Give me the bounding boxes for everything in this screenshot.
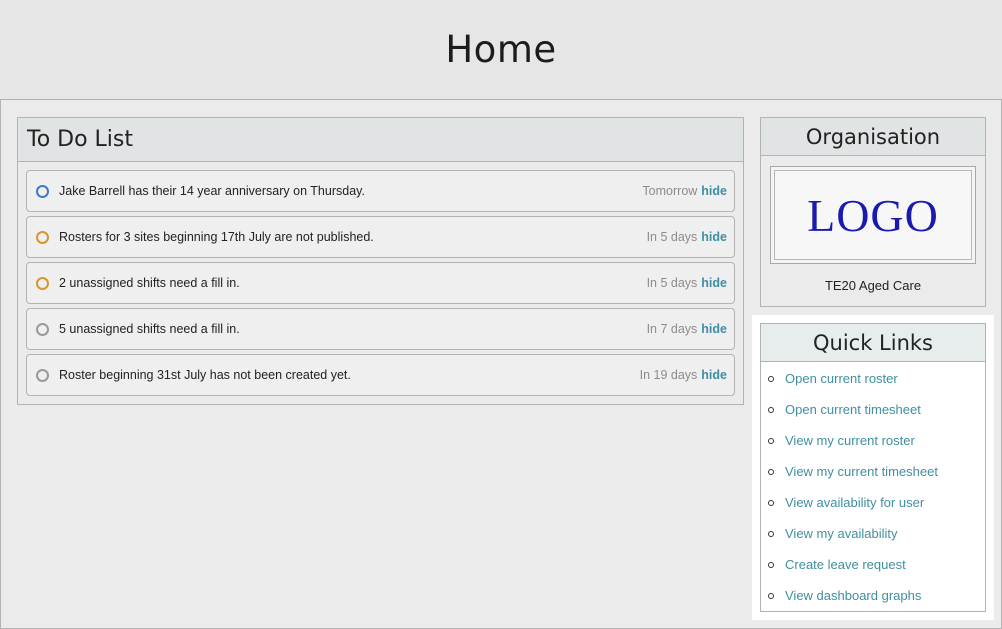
- quick-link-label[interactable]: View my current timesheet: [785, 464, 938, 479]
- quick-link-label[interactable]: Create leave request: [785, 557, 906, 572]
- quick-link-view-dashboard-graphs[interactable]: View dashboard graphs: [761, 586, 921, 606]
- bullet-icon: [768, 376, 774, 382]
- todo-item-text: Rosters for 3 sites beginning 17th July …: [59, 230, 374, 244]
- quick-link-view-my-current-timesheet[interactable]: View my current timesheet: [761, 462, 938, 482]
- bullet-icon: [768, 562, 774, 568]
- todo-item-due: In 7 days: [646, 322, 698, 336]
- quick-links-title: Quick Links: [761, 324, 985, 362]
- bullet-icon: [768, 593, 774, 599]
- quick-link-label[interactable]: View my availability: [785, 526, 897, 541]
- todo-item-due: In 5 days: [646, 230, 698, 244]
- todo-item-text: 2 unassigned shifts need a fill in.: [59, 276, 240, 290]
- todo-list-title: To Do List: [18, 118, 743, 162]
- organisation-logo: LOGO: [770, 166, 976, 264]
- bullet-icon: [768, 469, 774, 475]
- todo-item-due: In 5 days: [646, 276, 698, 290]
- page-title: Home: [445, 28, 557, 71]
- quick-link-label[interactable]: View my current roster: [785, 433, 915, 448]
- bullet-icon: [768, 531, 774, 537]
- status-circle-icon: [36, 230, 49, 244]
- quick-link-label[interactable]: View availability for user: [785, 495, 924, 510]
- organisation-title: Organisation: [761, 118, 985, 156]
- todo-item: Roster beginning 31st July has not been …: [26, 354, 735, 396]
- quick-link-create-leave-request[interactable]: Create leave request: [761, 555, 906, 575]
- todo-item-text: Jake Barrell has their 14 year anniversa…: [59, 184, 365, 198]
- quick-link-view-my-availability[interactable]: View my availability: [761, 524, 897, 544]
- status-circle-icon: [36, 368, 49, 382]
- todo-list-panel: To Do List Jake Barrell has their 14 yea…: [17, 117, 744, 405]
- quick-link-open-current-roster[interactable]: Open current roster: [761, 369, 898, 389]
- status-circle-icon: [36, 276, 49, 290]
- quick-links-panel: Quick Links Open current roster Open cur…: [760, 323, 986, 612]
- todo-item-text: 5 unassigned shifts need a fill in.: [59, 322, 240, 336]
- status-circle-icon: [36, 322, 49, 336]
- quick-link-open-current-timesheet[interactable]: Open current timesheet: [761, 400, 921, 420]
- todo-item: 2 unassigned shifts need a fill in. In 5…: [26, 262, 735, 304]
- hide-link[interactable]: hide: [701, 184, 727, 198]
- hide-link[interactable]: hide: [701, 276, 727, 290]
- quick-link-view-availability-for-user[interactable]: View availability for user: [761, 493, 924, 513]
- todo-item-due: Tomorrow: [642, 184, 698, 198]
- status-circle-icon: [36, 184, 49, 198]
- bullet-icon: [768, 500, 774, 506]
- todo-item-due: In 19 days: [639, 368, 698, 382]
- todo-item: Jake Barrell has their 14 year anniversa…: [26, 170, 735, 212]
- todo-item: 5 unassigned shifts need a fill in. In 7…: [26, 308, 735, 350]
- organisation-name: TE20 Aged Care: [824, 278, 922, 293]
- quick-link-view-my-current-roster[interactable]: View my current roster: [761, 431, 915, 451]
- quick-link-label[interactable]: View dashboard graphs: [785, 588, 921, 603]
- hide-link[interactable]: hide: [701, 322, 727, 336]
- hide-link[interactable]: hide: [701, 368, 727, 382]
- todo-item: Rosters for 3 sites beginning 17th July …: [26, 216, 735, 258]
- logo-text: LOGO: [774, 170, 972, 260]
- todo-item-text: Roster beginning 31st July has not been …: [59, 368, 351, 382]
- organisation-panel: Organisation LOGO TE20 Aged Care: [760, 117, 986, 307]
- page-header: Home: [0, 0, 1002, 100]
- bullet-icon: [768, 438, 774, 444]
- quick-link-label[interactable]: Open current timesheet: [785, 402, 921, 417]
- quick-link-label[interactable]: Open current roster: [785, 371, 898, 386]
- hide-link[interactable]: hide: [701, 230, 727, 244]
- bullet-icon: [768, 407, 774, 413]
